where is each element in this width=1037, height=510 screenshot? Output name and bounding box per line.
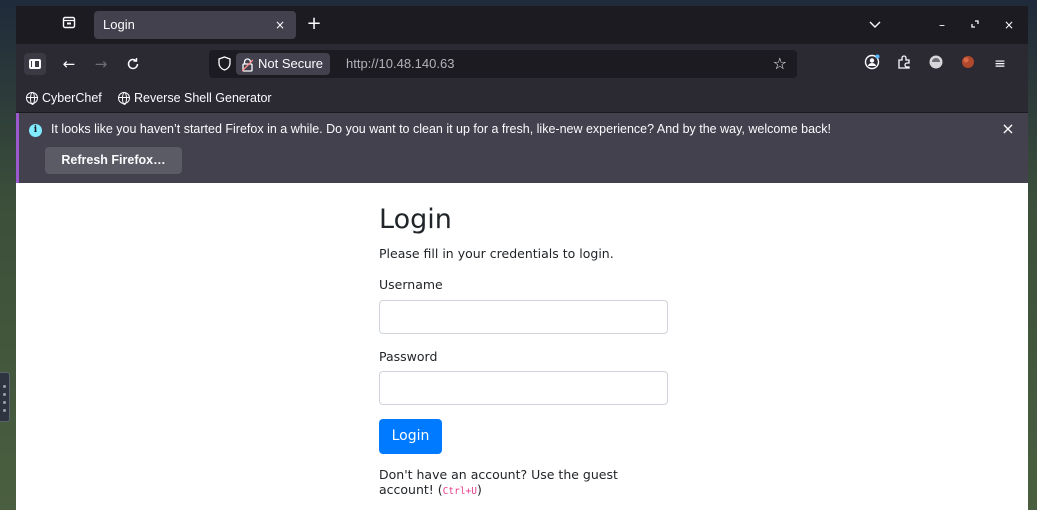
page-content: Login Please fill in your credentials to… (16, 183, 1028, 510)
back-button[interactable]: ← (58, 53, 80, 75)
addon-icon[interactable] (926, 54, 946, 74)
menu-icon[interactable]: ≡ (990, 54, 1010, 74)
page-subtitle: Please fill in your credentials to login… (379, 246, 614, 261)
bookmark-label: Reverse Shell Generator (134, 91, 272, 105)
bookmark-star-icon[interactable]: ☆ (773, 54, 787, 73)
new-tab-button[interactable]: + (302, 14, 326, 36)
refresh-notification-bar: i It looks like you haven’t started Fire… (16, 113, 1028, 183)
url-bar[interactable]: Not Secure http://10.48.140.63 ☆ (209, 50, 797, 78)
navigation-toolbar: ← → Not Secure http://10.48.140.63 ☆ ≡ (16, 44, 1028, 84)
info-icon: i (29, 124, 42, 137)
globe-icon (118, 92, 130, 105)
notification-close-icon[interactable]: × (998, 119, 1018, 139)
notification-message: It looks like you haven’t started Firefo… (51, 122, 832, 136)
guest-account-text: Don't have an account? Use the guest acc… (379, 467, 639, 499)
bookmark-label: CyberChef (42, 91, 102, 105)
account-icon[interactable] (862, 54, 882, 74)
tab-close-icon[interactable]: × (270, 15, 290, 35)
extensions-icon[interactable] (894, 54, 914, 74)
guest-shortcut: Ctrl+U (442, 486, 477, 497)
tab-title: Login (103, 17, 135, 32)
minimize-button[interactable]: – (931, 15, 953, 35)
reload-icon[interactable] (122, 53, 144, 75)
guest-prompt: Don't have an account? Use the guest acc… (379, 467, 618, 497)
desktop-panel-handle[interactable] (0, 372, 10, 422)
page-title: Login (379, 204, 452, 235)
username-input[interactable] (379, 300, 668, 334)
password-label: Password (379, 349, 438, 364)
url-text[interactable]: http://10.48.140.63 (346, 56, 454, 71)
globe-icon (26, 92, 38, 105)
restore-button[interactable] (964, 15, 986, 35)
browser-window: Login × + – × ← → Not Secure http://10.4… (16, 6, 1028, 510)
tab-login[interactable]: Login × (94, 11, 296, 39)
firefox-view-icon[interactable] (56, 14, 82, 36)
list-all-tabs-icon[interactable] (864, 15, 886, 35)
addon2-icon[interactable] (958, 54, 978, 74)
password-input[interactable] (379, 371, 668, 405)
sidebar-toggle-icon[interactable] (24, 53, 46, 75)
bookmarks-toolbar: CyberChef Reverse Shell Generator (16, 84, 1028, 112)
close-window-button[interactable]: × (998, 15, 1020, 35)
login-button[interactable]: Login (379, 419, 442, 454)
guest-prompt-end: ) (477, 482, 482, 497)
tab-strip: Login × + – × (16, 6, 1028, 44)
not-secure-badge[interactable]: Not Secure (236, 53, 331, 75)
tracking-protection-shield-icon[interactable] (218, 56, 232, 72)
bookmark-reverse-shell-generator[interactable]: Reverse Shell Generator (118, 88, 272, 108)
forward-button[interactable]: → (90, 53, 112, 75)
security-label: Not Secure (258, 56, 324, 71)
insecure-lock-icon (241, 57, 254, 72)
username-label: Username (379, 277, 443, 292)
refresh-firefox-button[interactable]: Refresh Firefox… (45, 147, 182, 174)
bookmark-cyberchef[interactable]: CyberChef (26, 88, 102, 108)
